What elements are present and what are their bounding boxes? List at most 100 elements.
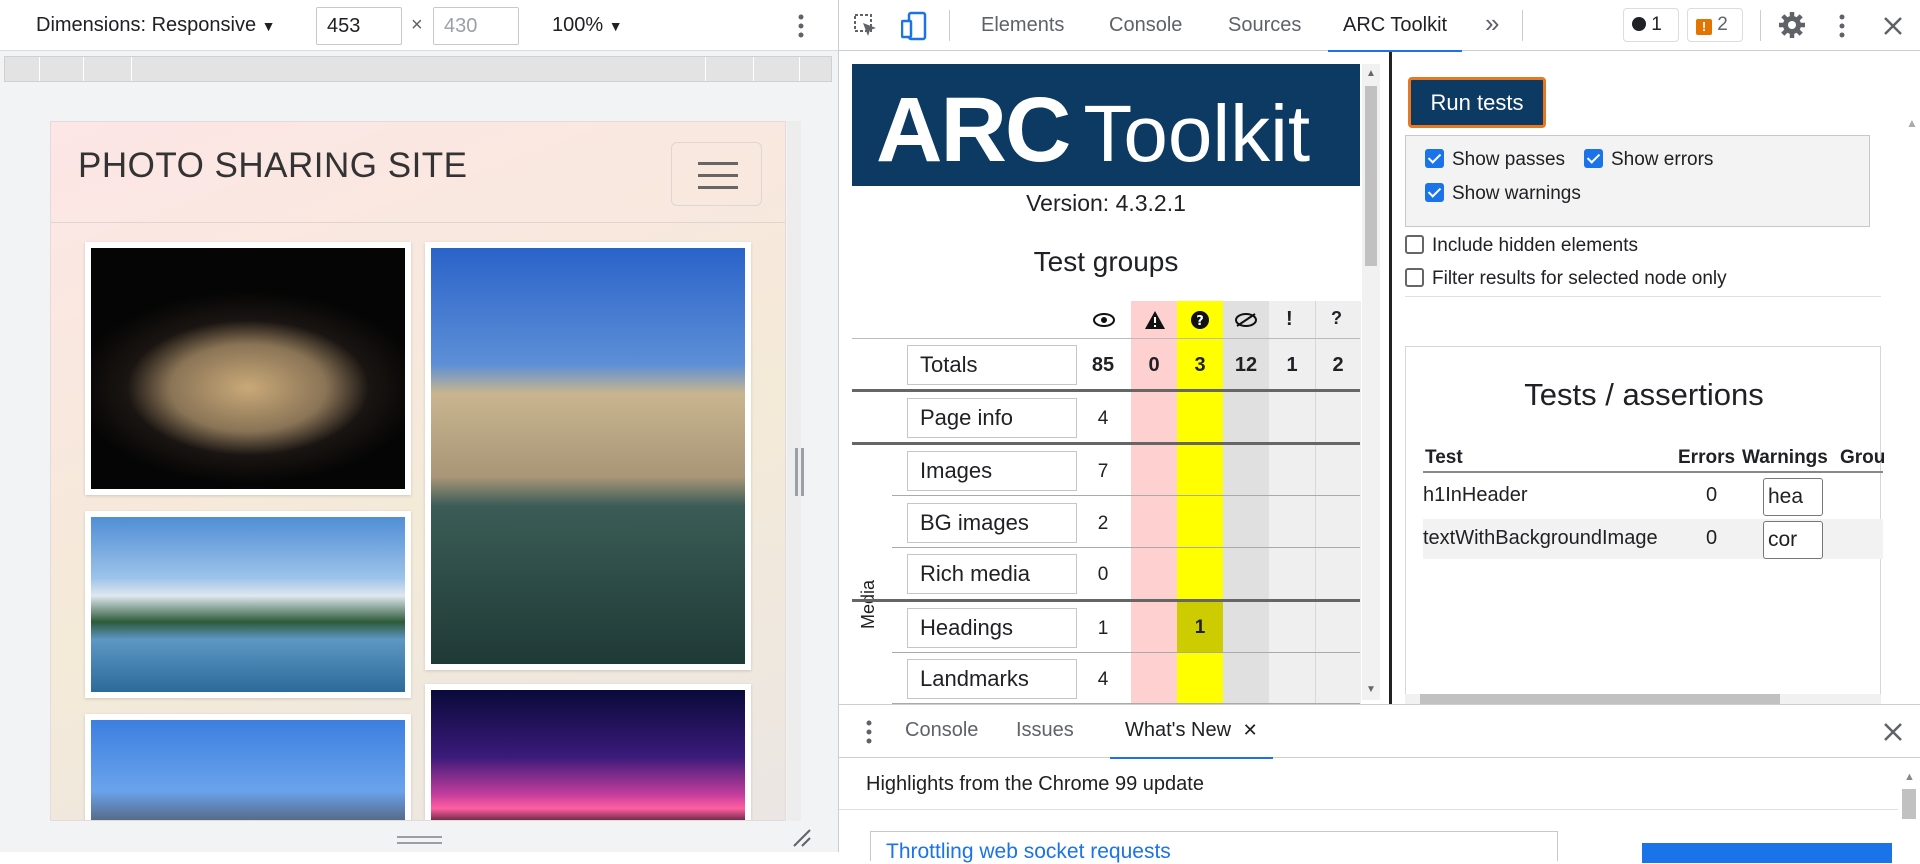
viewport-width-handle[interactable] <box>795 448 805 498</box>
photo-lake[interactable] <box>85 511 411 698</box>
more-options-icon[interactable] <box>1838 12 1846 40</box>
run-tests-button[interactable]: Run tests <box>1408 77 1546 128</box>
viewport-height-handle[interactable] <box>397 836 442 846</box>
warning-count: 2 <box>1717 14 1728 35</box>
scroll-up-icon[interactable]: ▲ <box>1904 771 1915 783</box>
filter-selected-checkbox[interactable]: Filter results for selected node only <box>1405 268 1727 290</box>
photo-boat[interactable] <box>425 242 751 670</box>
group-button[interactable]: hea <box>1763 478 1823 516</box>
checkbox-checked-icon <box>1584 149 1603 168</box>
test-name: textWithBackgroundImage <box>1423 527 1658 549</box>
table-row: textWithBackgroundImage 0 2 cor <box>1423 519 1883 559</box>
group-count: 0 <box>1097 564 1109 585</box>
group-button[interactable]: cor <box>1763 521 1823 559</box>
totals-label[interactable]: Totals <box>907 345 1077 385</box>
whats-new-card[interactable]: Throttling web socket requests <box>870 831 1558 863</box>
results-hscrollbar[interactable] <box>1405 694 1881 704</box>
totals-hidden: 12 <box>1234 354 1258 376</box>
scroll-up-icon[interactable]: ▲ <box>1906 116 1918 130</box>
drawer-scrollbar[interactable]: ▲ <box>1898 771 1920 853</box>
test-errors: 0 <box>1706 527 1718 549</box>
group-count: 7 <box>1097 461 1109 482</box>
tab-console[interactable]: Console <box>1109 0 1182 51</box>
tab-sources[interactable]: Sources <box>1228 0 1301 51</box>
arc-logo: ARC Toolkit <box>852 64 1360 186</box>
more-options-icon[interactable] <box>797 12 805 40</box>
scroll-thumb[interactable] <box>1365 86 1377 266</box>
hamburger-menu-button[interactable] <box>671 142 762 206</box>
warnings-badge[interactable]: ! 2 <box>1687 8 1743 42</box>
svg-text:?: ? <box>1196 314 1204 329</box>
warning-triangle-icon <box>1144 310 1166 330</box>
inspect-element-icon[interactable] <box>854 14 878 38</box>
group-page-info[interactable]: Page info <box>907 398 1077 438</box>
show-errors-checkbox[interactable]: Show errors <box>1584 149 1713 171</box>
corner-resize-icon[interactable] <box>792 828 812 848</box>
tests-assertions-section: Tests / assertions Test Errors Warnings … <box>1405 346 1885 704</box>
height-input[interactable]: 430 <box>433 7 519 45</box>
device-toggle-icon[interactable] <box>900 11 927 41</box>
group-count: 2 <box>1097 513 1109 534</box>
close-tab-icon[interactable]: ✕ <box>1243 720 1258 740</box>
drawer-tab-issues[interactable]: Issues <box>1016 705 1074 758</box>
headings-warning-count: 1 <box>1194 617 1206 638</box>
question-icon: ? <box>1331 308 1342 328</box>
devtools-tabbar: Elements Console Sources ARC Toolkit » 1… <box>839 0 1920 52</box>
drawer-tabbar: Console Issues What's New ✕ <box>839 705 1920 759</box>
device-emulation-pane: Dimensions: Responsive ▼ 453 × 430 100% … <box>0 0 838 852</box>
more-tabs-icon[interactable]: » <box>1485 0 1499 51</box>
gear-icon[interactable] <box>1778 11 1806 39</box>
test-name: h1InHeader <box>1423 484 1528 506</box>
arc-toolkit-panel: ARC Toolkit Version: 4.3.2.1 Test groups … <box>839 52 1920 704</box>
errors-badge[interactable]: 1 <box>1623 8 1679 42</box>
results-scrollbar[interactable]: ▲ ▼ <box>1902 116 1920 704</box>
arc-column-divider <box>1389 52 1392 704</box>
totals-warnings: 3 <box>1194 354 1206 376</box>
test-errors: 0 <box>1706 484 1718 506</box>
group-headings[interactable]: Headings <box>907 608 1077 648</box>
site-title: PHOTO SHARING SITE <box>78 146 468 185</box>
totals-alerts: 1 <box>1286 354 1298 376</box>
drawer-menu-icon[interactable] <box>865 719 873 745</box>
display-options: Show passes Show errors Show warnings <box>1405 135 1870 227</box>
close-drawer-icon[interactable] <box>1883 722 1903 742</box>
close-icon[interactable] <box>1883 16 1903 36</box>
scroll-down-icon[interactable]: ▼ <box>1366 684 1376 695</box>
zoom-dropdown[interactable]: 100% ▼ <box>552 14 623 37</box>
show-passes-checkbox[interactable]: Show passes <box>1425 149 1565 171</box>
checkbox-checked-icon <box>1425 183 1444 202</box>
drawer-tab-console[interactable]: Console <box>905 705 978 758</box>
group-landmarks[interactable]: Landmarks <box>907 659 1077 699</box>
photo-buildings[interactable] <box>85 714 411 820</box>
devtools-panel: Elements Console Sources ARC Toolkit » 1… <box>839 0 1920 863</box>
drawer-tab-whats-new[interactable]: What's New ✕ <box>1110 705 1273 759</box>
totals-unknown: 2 <box>1332 354 1344 376</box>
group-rich-media[interactable]: Rich media <box>907 554 1077 594</box>
width-input[interactable]: 453 <box>316 7 402 45</box>
checkbox-checked-icon <box>1425 149 1444 168</box>
hidden-eye-icon <box>1235 313 1257 327</box>
dimensions-label: Dimensions: Responsive <box>36 14 257 36</box>
column-header-test: Test <box>1425 447 1463 468</box>
photo-sunset[interactable] <box>425 684 751 820</box>
test-groups-title: Test groups <box>1033 246 1179 277</box>
test-groups-scrollbar[interactable]: ▲ ▼ <box>1362 64 1380 700</box>
tab-arc-toolkit[interactable]: ARC Toolkit <box>1327 0 1463 52</box>
show-warnings-checkbox[interactable]: Show warnings <box>1425 183 1581 205</box>
group-bg-images[interactable]: BG images <box>907 503 1077 543</box>
photo-cave[interactable] <box>85 242 411 495</box>
group-images[interactable]: Images <box>907 451 1077 491</box>
whats-new-heading: Highlights from the Chrome 99 update <box>866 773 1204 795</box>
totals-errors: 0 <box>1148 354 1160 376</box>
media-query-ruler[interactable] <box>4 56 832 82</box>
version-text: Version: 4.3.2.1 <box>1026 190 1186 216</box>
caret-down-icon: ▼ <box>261 18 276 34</box>
column-header-errors: Errors <box>1678 447 1736 468</box>
checkbox-unchecked-icon <box>1405 235 1424 254</box>
dimensions-dropdown[interactable]: Dimensions: Responsive ▼ <box>36 14 276 37</box>
include-hidden-checkbox[interactable]: Include hidden elements <box>1405 235 1638 257</box>
tab-elements[interactable]: Elements <box>981 0 1064 51</box>
whats-new-banner <box>1642 843 1892 863</box>
scroll-up-icon[interactable]: ▲ <box>1366 68 1376 79</box>
group-count: 4 <box>1097 669 1109 690</box>
